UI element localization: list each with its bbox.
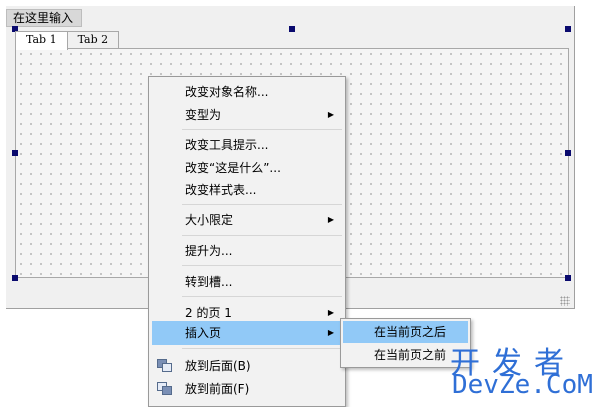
- selection-handle-right[interactable]: [565, 150, 571, 156]
- menu-separator: [182, 129, 342, 130]
- selection-handle-top[interactable]: [289, 26, 295, 32]
- menu-item-morph-into[interactable]: 变型为 ▶: [152, 103, 342, 127]
- watermark-en: DevZe.CoM: [452, 370, 593, 400]
- selection-handle-bottom-right[interactable]: [565, 275, 571, 281]
- tab-bar: Tab 1 Tab 2: [15, 31, 120, 50]
- menu-separator: [182, 296, 342, 297]
- submenu-arrow-icon: ▶: [327, 110, 334, 119]
- menu-item-size-constraints[interactable]: 大小限定 ▶: [152, 208, 342, 232]
- menubar-type-here[interactable]: 在这里输入: [6, 9, 82, 27]
- menu-item-change-object-name[interactable]: 改变对象名称...: [152, 80, 342, 104]
- context-menu: 改变对象名称... 变型为 ▶ 改变工具提示... 改变“这是什么”... 改变…: [148, 76, 346, 407]
- selection-handle-left[interactable]: [12, 150, 18, 156]
- selection-handle-top-right[interactable]: [565, 26, 571, 32]
- submenu-arrow-icon: ▶: [327, 215, 334, 224]
- menu-item-insert-page[interactable]: 插入页 ▶: [152, 321, 342, 345]
- tab-1[interactable]: Tab 1: [15, 31, 68, 50]
- send-to-back-icon: [157, 359, 173, 373]
- menu-item-change-whats-this[interactable]: 改变“这是什么”...: [152, 156, 342, 180]
- menu-separator: [182, 348, 342, 349]
- menu-separator: [182, 235, 342, 236]
- submenu-arrow-icon: ▶: [327, 328, 334, 337]
- menu-item-change-stylesheet[interactable]: 改变样式表...: [152, 178, 342, 202]
- menu-item-bring-to-front[interactable]: 放到前面(F): [152, 377, 342, 401]
- tab-2[interactable]: Tab 2: [66, 31, 120, 49]
- menu-separator: [182, 204, 342, 205]
- resize-grip[interactable]: [560, 296, 570, 306]
- menu-item-go-to-slot[interactable]: 转到槽...: [152, 270, 342, 294]
- menu-item-promote-to[interactable]: 提升为...: [152, 239, 342, 263]
- selection-handle-bottom-left[interactable]: [12, 275, 18, 281]
- menu-separator: [182, 265, 342, 266]
- menu-item-change-tooltip[interactable]: 改变工具提示...: [152, 133, 342, 157]
- menu-item-send-to-back[interactable]: 放到后面(B): [152, 354, 342, 378]
- bring-to-front-icon: [157, 382, 173, 396]
